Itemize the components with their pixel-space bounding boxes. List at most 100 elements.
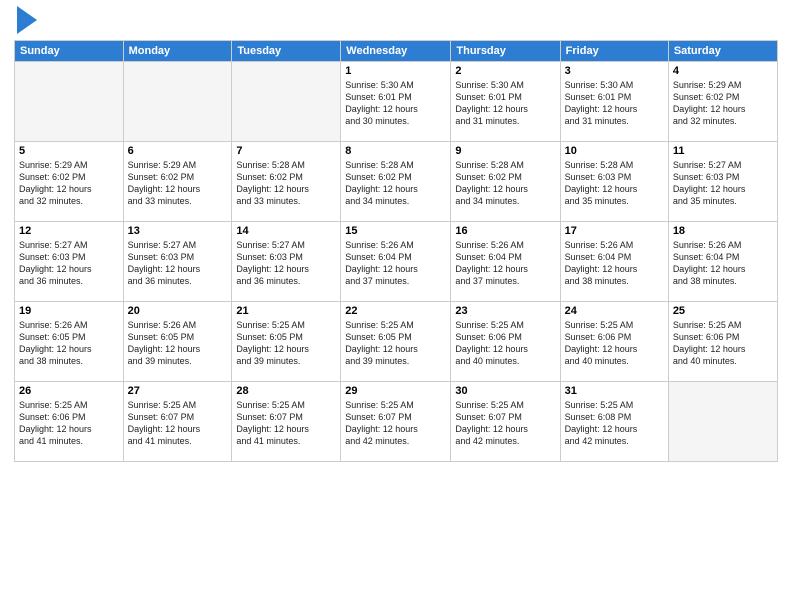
page: SundayMondayTuesdayWednesdayThursdayFrid… (0, 0, 792, 612)
col-header-saturday: Saturday (668, 41, 777, 62)
calendar-cell: 28Sunrise: 5:25 AMSunset: 6:07 PMDayligh… (232, 382, 341, 462)
day-number: 11 (673, 145, 773, 157)
day-number: 1 (345, 65, 446, 77)
day-number: 20 (128, 305, 228, 317)
day-number: 9 (455, 145, 555, 157)
day-number: 5 (19, 145, 119, 157)
calendar-cell (123, 62, 232, 142)
calendar-cell: 21 Sunrise: 5:25 AMSunset: 6:05 PMDayligh… (232, 302, 341, 382)
day-number: 17 (565, 225, 664, 237)
col-header-tuesday: Tuesday (232, 41, 341, 62)
day-number: 10 (565, 145, 664, 157)
calendar-cell: 11 Sunrise: 5:27 AMSunset: 6:03 PMDayligh… (668, 142, 777, 222)
calendar-cell: 18Sunrise: 5:26 AMSunset: 6:04 PMDayligh… (668, 222, 777, 302)
day-info: Sunrise: 5:28 AMSunset: 6:02 PMDaylight:… (455, 159, 555, 208)
day-info: Sunrise: 5:26 AMSunset: 6:05 PMDaylight:… (19, 319, 119, 368)
day-number: 12 (19, 225, 119, 237)
col-header-sunday: Sunday (15, 41, 124, 62)
day-info: Sunrise: 5:25 AMSunset: 6:08 PMDaylight:… (565, 399, 664, 448)
logo (14, 10, 37, 34)
calendar-cell: 2Sunrise: 5:30 AMSunset: 6:01 PMDaylight… (451, 62, 560, 142)
day-info: Sunrise: 5:30 AMSunset: 6:01 PMDaylight:… (565, 79, 664, 128)
day-number: 19 (19, 305, 119, 317)
day-number: 21 (236, 305, 336, 317)
calendar-cell: 13Sunrise: 5:27 AMSunset: 6:03 PMDayligh… (123, 222, 232, 302)
day-info: Sunrise: 5:25 AMSunset: 6:06 PMDaylight:… (565, 319, 664, 368)
day-info: Sunrise: 5:25 AMSunset: 6:07 PMDaylight:… (345, 399, 446, 448)
calendar-cell: 6 Sunrise: 5:29 AMSunset: 6:02 PMDaylight… (123, 142, 232, 222)
calendar-cell: 29 Sunrise: 5:25 AMSunset: 6:07 PMDayligh… (341, 382, 451, 462)
day-info: Sunrise: 5:28 AMSunset: 6:02 PMDaylight:… (236, 159, 336, 208)
calendar-cell: 9 Sunrise: 5:28 AMSunset: 6:02 PMDaylight… (451, 142, 560, 222)
day-info: Sunrise: 5:25 AMSunset: 6:06 PMDaylight:… (455, 319, 555, 368)
calendar-cell: 12 Sunrise: 5:27 AMSunset: 6:03 PMDayligh… (15, 222, 124, 302)
day-number: 25 (673, 305, 773, 317)
calendar-cell: 24 Sunrise: 5:25 AMSunset: 6:06 PMDayligh… (560, 302, 668, 382)
day-number: 14 (236, 225, 336, 237)
day-number: 22 (345, 305, 446, 317)
calendar-cell: 16 Sunrise: 5:26 AMSunset: 6:04 PMDayligh… (451, 222, 560, 302)
col-header-friday: Friday (560, 41, 668, 62)
day-info: Sunrise: 5:29 AMSunset: 6:02 PMDaylight:… (673, 79, 773, 128)
day-info: Sunrise: 5:30 AMSunset: 6:01 PMDaylight:… (455, 79, 555, 128)
day-number: 16 (455, 225, 555, 237)
day-number: 31 (565, 385, 664, 397)
day-number: 30 (455, 385, 555, 397)
day-number: 4 (673, 65, 773, 77)
calendar-cell: 31 Sunrise: 5:25 AMSunset: 6:08 PMDayligh… (560, 382, 668, 462)
calendar-cell: 5 Sunrise: 5:29 AMSunset: 6:02 PMDaylight… (15, 142, 124, 222)
day-info: Sunrise: 5:25 AMSunset: 6:07 PMDaylight:… (455, 399, 555, 448)
day-number: 29 (345, 385, 446, 397)
day-info: Sunrise: 5:29 AMSunset: 6:02 PMDaylight:… (128, 159, 228, 208)
header (14, 10, 778, 34)
calendar-cell: 1 Sunrise: 5:30 AMSunset: 6:01 PMDaylight… (341, 62, 451, 142)
day-info: Sunrise: 5:29 AMSunset: 6:02 PMDaylight:… (19, 159, 119, 208)
day-number: 13 (128, 225, 228, 237)
calendar-header-row: SundayMondayTuesdayWednesdayThursdayFrid… (15, 41, 778, 62)
day-info: Sunrise: 5:27 AMSunset: 6:03 PMDaylight:… (236, 239, 336, 288)
calendar-cell: 7 Sunrise: 5:28 AMSunset: 6:02 PMDaylight… (232, 142, 341, 222)
week-row-3: 19 Sunrise: 5:26 AMSunset: 6:05 PMDayligh… (15, 302, 778, 382)
calendar-cell: 19 Sunrise: 5:26 AMSunset: 6:05 PMDayligh… (15, 302, 124, 382)
day-number: 15 (345, 225, 446, 237)
calendar-cell (668, 382, 777, 462)
calendar-cell: 30 Sunrise: 5:25 AMSunset: 6:07 PMDayligh… (451, 382, 560, 462)
day-info: Sunrise: 5:25 AMSunset: 6:07 PMDaylight:… (128, 399, 228, 448)
day-info: Sunrise: 5:28 AMSunset: 6:03 PMDaylight:… (565, 159, 664, 208)
calendar-cell: 27 Sunrise: 5:25 AMSunset: 6:07 PMDayligh… (123, 382, 232, 462)
calendar-cell: 10 Sunrise: 5:28 AMSunset: 6:03 PMDayligh… (560, 142, 668, 222)
calendar-cell: 4 Sunrise: 5:29 AMSunset: 6:02 PMDaylight… (668, 62, 777, 142)
day-info: Sunrise: 5:26 AMSunset: 6:04 PMDaylight:… (345, 239, 446, 288)
day-info: Sunrise: 5:30 AMSunset: 6:01 PMDaylight:… (345, 79, 446, 128)
day-info: Sunrise: 5:27 AMSunset: 6:03 PMDaylight:… (673, 159, 773, 208)
day-number: 18 (673, 225, 773, 237)
day-number: 8 (345, 145, 446, 157)
week-row-2: 12 Sunrise: 5:27 AMSunset: 6:03 PMDayligh… (15, 222, 778, 302)
day-number: 26 (19, 385, 119, 397)
week-row-0: 1 Sunrise: 5:30 AMSunset: 6:01 PMDaylight… (15, 62, 778, 142)
day-number: 7 (236, 145, 336, 157)
day-info: Sunrise: 5:25 AMSunset: 6:06 PMDaylight:… (19, 399, 119, 448)
day-info: Sunrise: 5:28 AMSunset: 6:02 PMDaylight:… (345, 159, 446, 208)
week-row-1: 5 Sunrise: 5:29 AMSunset: 6:02 PMDaylight… (15, 142, 778, 222)
logo-icon (17, 6, 37, 34)
calendar-cell: 25 Sunrise: 5:25 AMSunset: 6:06 PMDayligh… (668, 302, 777, 382)
calendar-cell (232, 62, 341, 142)
day-info: Sunrise: 5:26 AMSunset: 6:04 PMDaylight:… (455, 239, 555, 288)
calendar-cell: 23 Sunrise: 5:25 AMSunset: 6:06 PMDayligh… (451, 302, 560, 382)
calendar-cell: 14 Sunrise: 5:27 AMSunset: 6:03 PMDayligh… (232, 222, 341, 302)
col-header-monday: Monday (123, 41, 232, 62)
day-number: 3 (565, 65, 664, 77)
day-number: 24 (565, 305, 664, 317)
calendar-cell: 17 Sunrise: 5:26 AMSunset: 6:04 PMDayligh… (560, 222, 668, 302)
day-number: 23 (455, 305, 555, 317)
day-info: Sunrise: 5:26 AMSunset: 6:04 PMDaylight:… (565, 239, 664, 288)
day-info: Sunrise: 5:25 AMSunset: 6:05 PMDaylight:… (236, 319, 336, 368)
day-info: Sunrise: 5:27 AMSunset: 6:03 PMDaylight:… (19, 239, 119, 288)
day-info: Sunrise: 5:25 AMSunset: 6:06 PMDaylight:… (673, 319, 773, 368)
calendar-cell (15, 62, 124, 142)
day-number: 27 (128, 385, 228, 397)
day-number: 6 (128, 145, 228, 157)
calendar-cell: 3 Sunrise: 5:30 AMSunset: 6:01 PMDaylight… (560, 62, 668, 142)
day-number: 28 (236, 385, 336, 397)
